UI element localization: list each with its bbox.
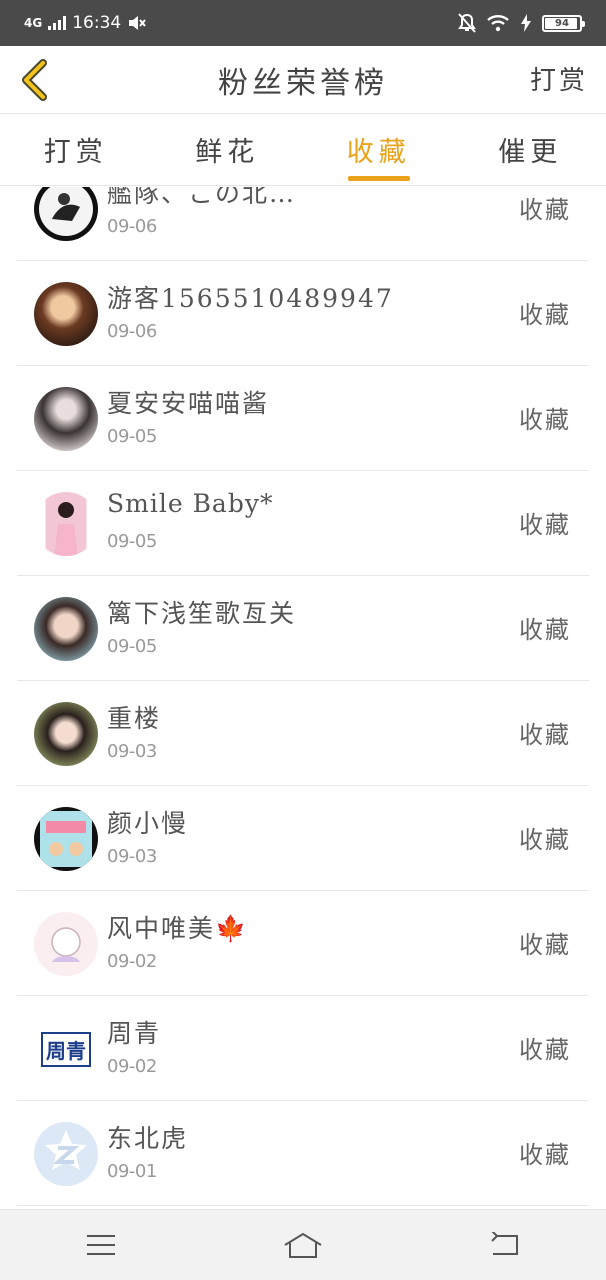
system-nav-bar	[0, 1209, 606, 1280]
battery-icon: 94	[542, 14, 585, 32]
fan-name: 艦隊、この北…	[107, 187, 297, 208]
fan-date: 09-06	[107, 321, 157, 342]
fan-name: 游客1565510489947	[107, 284, 394, 313]
list-item[interactable]: 风中唯美🍁 09-02 收藏	[17, 891, 589, 996]
tab-bar: 打赏 鲜花 收藏 催更	[0, 114, 606, 186]
wifi-icon	[487, 15, 509, 32]
app-header: 粉丝荣誉榜 打赏	[0, 46, 606, 114]
tab-label: 催更	[498, 137, 563, 168]
favorite-label: 收藏	[519, 196, 571, 224]
reward-button[interactable]: 打赏	[530, 60, 588, 97]
favorite-label: 收藏	[519, 1141, 571, 1169]
fan-name: 篱下浅笙歌亙关	[107, 599, 297, 628]
fan-date: 09-01	[107, 1161, 157, 1182]
fan-date: 09-05	[107, 531, 157, 552]
fan-name: 夏安安喵喵酱	[107, 389, 270, 418]
avatar[interactable]	[34, 702, 98, 766]
status-bar: 4G 16:34 94	[0, 0, 606, 46]
avatar[interactable]	[34, 807, 98, 871]
tab-label: 打赏	[43, 137, 108, 168]
list-item[interactable]: 夏安安喵喵酱 09-05 收藏	[17, 366, 589, 471]
fan-list-content: 艦隊、この北… 09-06 收藏 游客1565510489947 09-06 收…	[0, 187, 606, 1206]
avatar[interactable]	[34, 912, 98, 976]
tab-label: 鲜花	[195, 137, 260, 168]
tab-reward[interactable]: 打赏	[0, 114, 152, 185]
favorite-label: 收藏	[519, 1036, 571, 1064]
tab-indicator	[347, 176, 410, 181]
list-item[interactable]: 游客1565510489947 09-06 收藏	[17, 261, 589, 366]
tab-urge-update[interactable]: 催更	[455, 114, 606, 185]
status-left: 4G 16:34	[24, 13, 147, 33]
avatar-text: 周青	[41, 1031, 91, 1067]
fan-name: 颜小慢	[107, 809, 189, 838]
chevron-left-icon	[22, 59, 47, 101]
avatar[interactable]	[34, 387, 98, 451]
favorite-label: 收藏	[519, 721, 571, 749]
fan-name: 东北虎	[107, 1124, 189, 1153]
favorite-label: 收藏	[519, 301, 571, 329]
menu-button[interactable]	[61, 1215, 141, 1275]
back-button[interactable]	[12, 54, 56, 106]
network-type: 4G	[24, 16, 43, 30]
fan-name: Smile Baby*	[107, 489, 274, 518]
list-item[interactable]: 颜小慢 09-03 收藏	[17, 786, 589, 891]
favorite-label: 收藏	[519, 511, 571, 539]
list-item[interactable]: 东北虎 09-01 收藏	[17, 1101, 589, 1206]
fan-name: 重楼	[107, 704, 162, 733]
volume-mute-icon	[129, 16, 146, 30]
fan-name: 周青	[107, 1019, 162, 1048]
favorite-label: 收藏	[519, 616, 571, 644]
avatar[interactable]	[34, 1122, 98, 1186]
avatar[interactable]	[34, 597, 98, 661]
fan-date: 09-05	[107, 636, 157, 657]
fan-date: 09-06	[107, 216, 157, 237]
back-nav-button[interactable]	[465, 1215, 545, 1275]
menu-icon	[87, 1235, 115, 1255]
fan-date: 09-03	[107, 741, 157, 762]
list-item[interactable]: Smile Baby* 09-05 收藏	[17, 471, 589, 576]
home-icon	[284, 1232, 322, 1258]
avatar[interactable]	[34, 492, 98, 556]
list-item[interactable]: 篱下浅笙歌亙关 09-05 收藏	[17, 576, 589, 681]
fan-date: 09-03	[107, 846, 157, 867]
battery-percent: 94	[555, 17, 569, 29]
fan-list[interactable]: 艦隊、この北… 09-06 收藏 游客1565510489947 09-06 收…	[0, 187, 606, 1209]
avatar[interactable]	[34, 282, 98, 346]
list-item[interactable]: 周青 周青 09-02 收藏	[17, 996, 589, 1101]
avatar[interactable]	[34, 187, 98, 241]
default-avatar-icon	[45, 1130, 87, 1170]
fan-date: 09-02	[107, 951, 157, 972]
tab-flowers[interactable]: 鲜花	[152, 114, 304, 185]
favorite-label: 收藏	[519, 406, 571, 434]
status-right: 94	[458, 13, 585, 33]
clock: 16:34	[72, 13, 122, 33]
return-icon	[491, 1232, 518, 1255]
notification-off-icon	[458, 13, 476, 33]
tab-favorites[interactable]: 收藏	[303, 114, 455, 185]
home-button[interactable]	[263, 1215, 343, 1275]
list-item[interactable]: 艦隊、この北… 09-06 收藏	[17, 187, 589, 261]
fan-date: 09-05	[107, 426, 157, 447]
signal-icon	[48, 16, 67, 30]
fan-name: 风中唯美🍁	[107, 914, 249, 943]
fan-date: 09-02	[107, 1056, 157, 1077]
list-item[interactable]: 重楼 09-03 收藏	[17, 681, 589, 786]
favorite-label: 收藏	[519, 931, 571, 959]
favorite-label: 收藏	[519, 826, 571, 854]
avatar[interactable]: 周青	[34, 1017, 98, 1081]
page-title: 粉丝荣誉榜	[218, 65, 388, 101]
tab-label: 收藏	[346, 137, 411, 168]
charging-icon	[521, 14, 531, 32]
